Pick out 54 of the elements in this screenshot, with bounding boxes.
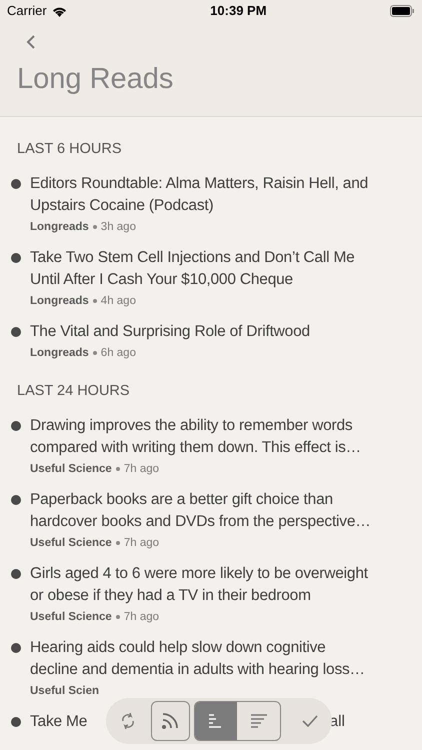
bullet-icon [11,326,21,337]
article-title[interactable]: Until After I Cash Your $10,000 Cheque [30,268,293,291]
age-label: 7h ago [124,536,160,550]
source-label: Longreads [30,294,89,308]
bullet-separator [116,540,120,544]
bullet-icon [11,178,21,189]
article-title[interactable]: compared with writing them down. This effect is… [30,436,361,458]
bullet-icon [11,642,21,652]
rss-icon [160,711,180,731]
source-label: Useful Science [30,610,112,624]
carrier-label: Carrier [7,2,47,20]
bullet-icon [11,420,21,430]
bullet-separator [116,466,120,470]
article-title[interactable]: The Vital and Surprising Role of Driftwood [30,320,310,343]
age-label: 6h ago [100,346,136,360]
article-title[interactable]: Take Me [30,710,88,732]
clock-label: 10:39 PM [210,2,267,20]
bullet-icon [11,252,21,263]
page-title: Long Reads [16,62,174,97]
check-icon [302,715,318,727]
wifi-icon [52,6,67,16]
bullet-icon [11,494,21,504]
source-label: Useful Science [30,462,112,476]
source-label: Useful Scien [30,684,100,698]
bullet-separator [92,224,97,229]
article-title[interactable]: Girls aged 4 to 6 were more likely to be overweight [30,562,368,584]
age-label: 7h ago [124,610,160,624]
article-title[interactable]: Upstairs Cocaine (Podcast) [30,194,214,217]
article-title[interactable]: Take Two Stem Cell Injections and Don’t Call Me [30,246,355,269]
bullet-separator [92,298,97,303]
bullet-icon [11,568,21,578]
source-label: Useful Science [30,536,112,550]
article-title[interactable]: Paperback books are a better gift choice than [30,488,333,510]
source-label: Longreads [30,346,89,360]
article-title[interactable]: Editors Roundtable: Alma Matters, Raisin Hell, and [30,172,368,195]
section-header: LAST 24 HOURS [16,382,131,401]
sort-tab[interactable] [194,702,238,740]
article-title[interactable]: hardcover books and DVDs from the perspective… [30,510,371,532]
article-title[interactable]: or obese if they had a TV in their bedroom [30,584,311,606]
lines-icon [250,714,268,728]
back-icon [26,34,36,50]
source-label: Longreads [30,220,89,234]
age-label: 3h ago [100,220,136,234]
battery-icon [390,5,415,17]
bullet-separator [116,614,120,618]
bullet-separator [92,350,97,355]
section-header: LAST 6 HOURS [16,140,122,159]
feed-button[interactable] [150,701,190,741]
age-label: 4h ago [100,294,136,308]
bullet-icon [11,716,21,726]
age-label: 7h ago [124,462,160,476]
article-title[interactable]: Drawing improves the ability to remember words [30,414,352,436]
article-title[interactable]: Hearing aids could help slow down cognitive [30,636,326,658]
article-title[interactable]: decline and dementia in adults with hearing loss… [30,658,365,680]
